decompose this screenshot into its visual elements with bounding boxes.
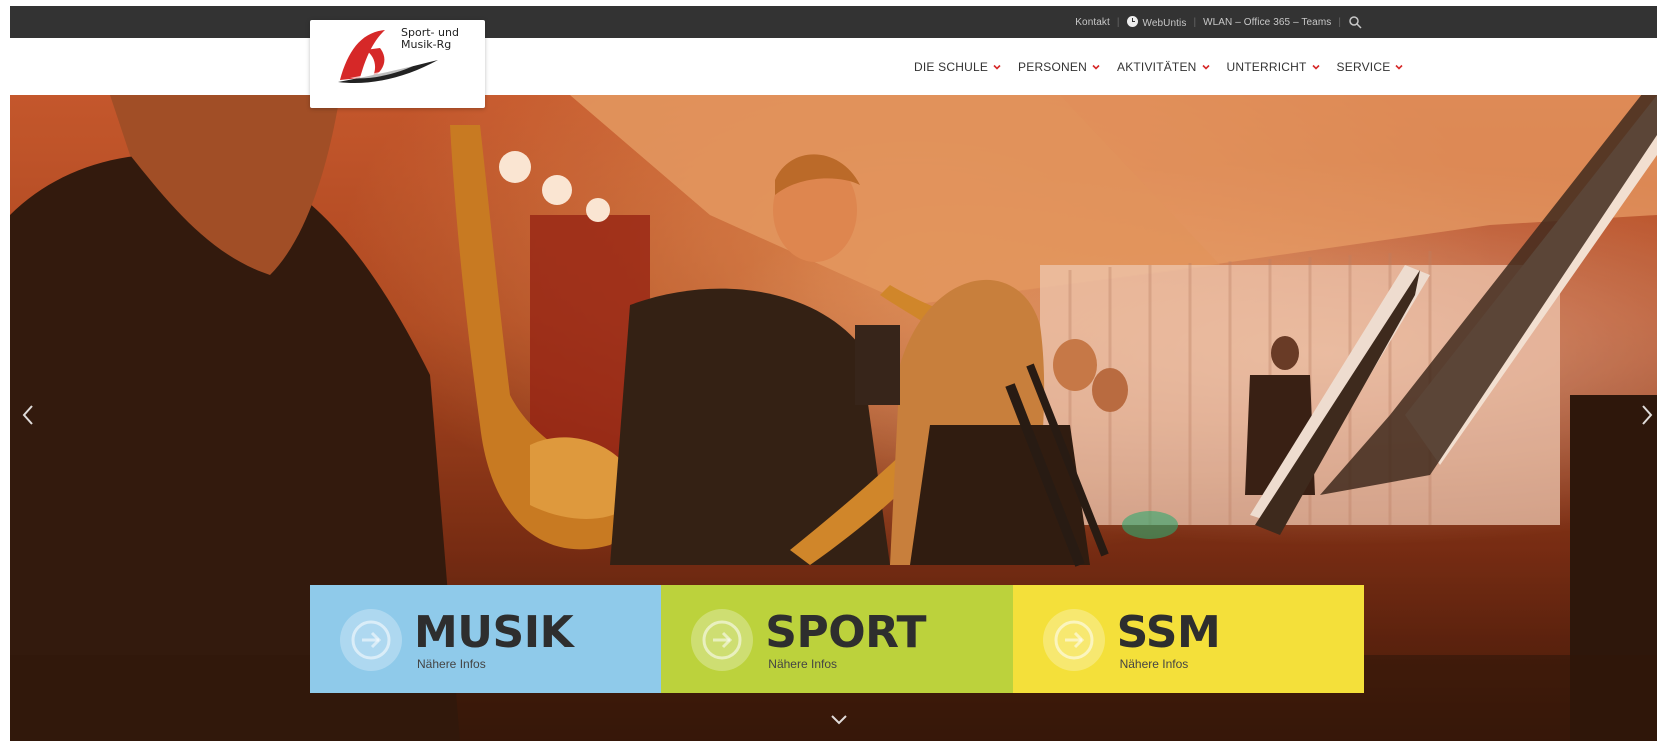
chevron-down-icon	[1092, 64, 1100, 70]
site-logo[interactable]: Sport- und Musik-Rg	[310, 20, 485, 108]
category-tiles: MUSIK Nähere Infos SPORT Nähere Infos SS…	[310, 585, 1364, 693]
chevron-down-icon	[1201, 64, 1210, 70]
top-link-webuntis[interactable]: WebUntis	[1126, 15, 1187, 29]
chevron-down-icon	[1395, 64, 1403, 70]
top-link-webuntis-label: WebUntis	[1142, 17, 1187, 29]
separator: |	[1338, 16, 1341, 28]
chevron-down-icon	[993, 64, 1001, 70]
tile-title: MUSIK	[414, 607, 574, 658]
page: Kontakt | WebUntis | WLAN – Office 365 –…	[0, 0, 1657, 741]
logo-text-line2: Musik-Rg	[401, 38, 452, 51]
chevron-down-icon	[1311, 64, 1320, 70]
main-header: DIE SCHULE PERSONEN AKTIVITÄTEN UNTERRIC…	[10, 38, 1657, 95]
nav-item-label: AKTIVITÄTEN	[1116, 59, 1197, 74]
scroll-down-chevron-icon[interactable]	[829, 713, 849, 727]
main-nav: DIE SCHULE PERSONEN AKTIVITÄTEN UNTERRIC…	[914, 38, 1403, 95]
tile-title: SSM	[1116, 607, 1221, 658]
tile-ssm[interactable]: SSM Nähere Infos	[1012, 585, 1364, 693]
nav-item-unterricht[interactable]: UNTERRICHT	[1227, 60, 1320, 74]
top-link-wlan-office-teams[interactable]: WLAN – Office 365 – Teams	[1203, 17, 1331, 28]
tile-subtitle: Nähere Infos	[417, 657, 486, 671]
nav-item-die-schule[interactable]: DIE SCHULE	[914, 60, 1001, 74]
circle-arrow-icon	[1042, 609, 1105, 671]
tile-musik[interactable]: MUSIK Nähere Infos	[310, 585, 662, 693]
nav-item-service[interactable]: SERVICE	[1337, 60, 1404, 74]
logo-text: Sport- und Musik-Rg	[401, 27, 459, 51]
separator: |	[1116, 16, 1120, 28]
tile-sport[interactable]: SPORT Nähere Infos	[661, 585, 1013, 693]
nav-item-label: UNTERRICHT	[1226, 59, 1307, 74]
circle-arrow-icon	[340, 609, 402, 671]
search-icon[interactable]	[1348, 15, 1362, 29]
nav-item-aktivitaeten[interactable]: AKTIVITÄTEN	[1117, 60, 1210, 74]
chevron-right-icon[interactable]	[1637, 400, 1657, 430]
separator: |	[1193, 16, 1197, 28]
tile-subtitle: Nähere Infos	[768, 657, 838, 671]
clock-icon	[1126, 15, 1138, 27]
chevron-left-icon[interactable]	[18, 400, 38, 430]
hero-slider: MUSIK Nähere Infos SPORT Nähere Infos SS…	[10, 95, 1657, 741]
top-link-kontakt[interactable]: Kontakt	[1075, 17, 1110, 28]
tile-title: SPORT	[765, 607, 927, 658]
tile-subtitle: Nähere Infos	[1119, 657, 1189, 671]
nav-item-label: SERVICE	[1336, 59, 1391, 74]
top-utility-bar: Kontakt | WebUntis | WLAN – Office 365 –…	[10, 6, 1657, 38]
nav-item-label: PERSONEN	[1018, 59, 1087, 74]
nav-item-label: DIE SCHULE	[914, 59, 989, 74]
top-links: Kontakt | WebUntis | WLAN – Office 365 –…	[1075, 6, 1362, 38]
nav-item-personen[interactable]: PERSONEN	[1018, 60, 1100, 74]
circle-arrow-icon	[691, 609, 754, 671]
